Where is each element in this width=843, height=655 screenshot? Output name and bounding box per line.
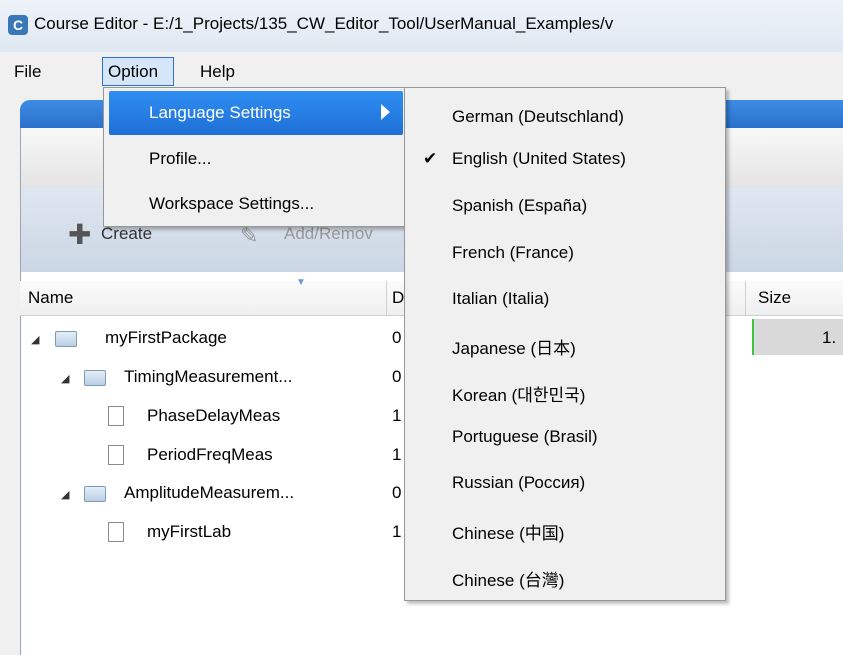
- checkmark-icon: ✔: [423, 149, 438, 168]
- language-item-japanese[interactable]: Japanese (日本): [452, 334, 576, 359]
- language-item-chinese-traditional[interactable]: Chinese (台灣): [452, 566, 564, 591]
- app-logo-icon: C: [8, 15, 28, 35]
- plus-icon[interactable]: ✚: [68, 221, 91, 249]
- table-row-d: 0: [392, 328, 402, 347]
- table-row-d: 1: [392, 522, 402, 541]
- column-divider[interactable]: [745, 281, 746, 315]
- submenu-arrow-icon: [381, 104, 390, 120]
- menu-help[interactable]: Help: [200, 62, 235, 82]
- file-icon: [108, 445, 124, 465]
- collapse-arrow-icon[interactable]: ◢: [31, 333, 39, 346]
- table-row-name[interactable]: PhaseDelayMeas: [147, 406, 280, 426]
- language-item-russian[interactable]: Russian (Россия): [452, 473, 585, 493]
- language-item-chinese-simplified[interactable]: Chinese (中国): [452, 519, 564, 544]
- add-remove-button: Add/Remov: [284, 224, 373, 243]
- menu-file[interactable]: File: [14, 62, 41, 82]
- table-row-name[interactable]: PeriodFreqMeas: [147, 445, 273, 465]
- table-row-name[interactable]: myFirstLab: [147, 522, 231, 542]
- file-icon: [108, 406, 124, 426]
- folder-icon: [84, 370, 106, 386]
- table-row-d: 1: [392, 406, 402, 425]
- collapse-arrow-icon[interactable]: ◢: [61, 372, 69, 385]
- language-item-korean[interactable]: Korean (대한민국): [452, 381, 585, 406]
- create-button[interactable]: Create: [101, 224, 152, 244]
- language-item-english[interactable]: English (United States): [452, 149, 626, 169]
- folder-icon: [84, 486, 106, 502]
- folder-icon: [55, 331, 77, 347]
- table-row-d: 0: [392, 483, 402, 502]
- table-row-name[interactable]: AmplitudeMeasurem...: [124, 483, 294, 503]
- language-item-spanish[interactable]: Spanish (España): [452, 196, 587, 216]
- table-row-name[interactable]: myFirstPackage: [105, 328, 227, 348]
- table-row-size: 1.: [822, 328, 837, 347]
- column-header-name[interactable]: Name: [28, 288, 73, 308]
- menu-item-language-settings[interactable]: Language Settings: [149, 103, 291, 123]
- column-header-d[interactable]: D: [392, 288, 404, 308]
- column-divider[interactable]: [386, 281, 387, 315]
- menu-item-workspace-settings[interactable]: Workspace Settings...: [149, 194, 314, 214]
- file-icon: [108, 522, 124, 542]
- language-item-french[interactable]: French (France): [452, 243, 574, 263]
- column-header-size[interactable]: Size: [758, 288, 791, 308]
- table-row-d: 0: [392, 367, 402, 386]
- collapse-arrow-icon[interactable]: ◢: [61, 488, 69, 501]
- menu-item-profile[interactable]: Profile...: [149, 149, 211, 169]
- language-item-italian[interactable]: Italian (Italia): [452, 289, 549, 309]
- language-item-portuguese[interactable]: Portuguese (Brasil): [452, 427, 598, 447]
- window-title: Course Editor - E:/1_Projects/135_CW_Edi…: [34, 14, 614, 33]
- table-row-name[interactable]: TimingMeasurement...: [124, 367, 292, 387]
- menu-option[interactable]: Option: [108, 62, 158, 82]
- language-item-german[interactable]: German (Deutschland): [452, 107, 624, 127]
- table-row-d: 1: [392, 445, 402, 464]
- sort-down-icon: ▼: [296, 277, 306, 288]
